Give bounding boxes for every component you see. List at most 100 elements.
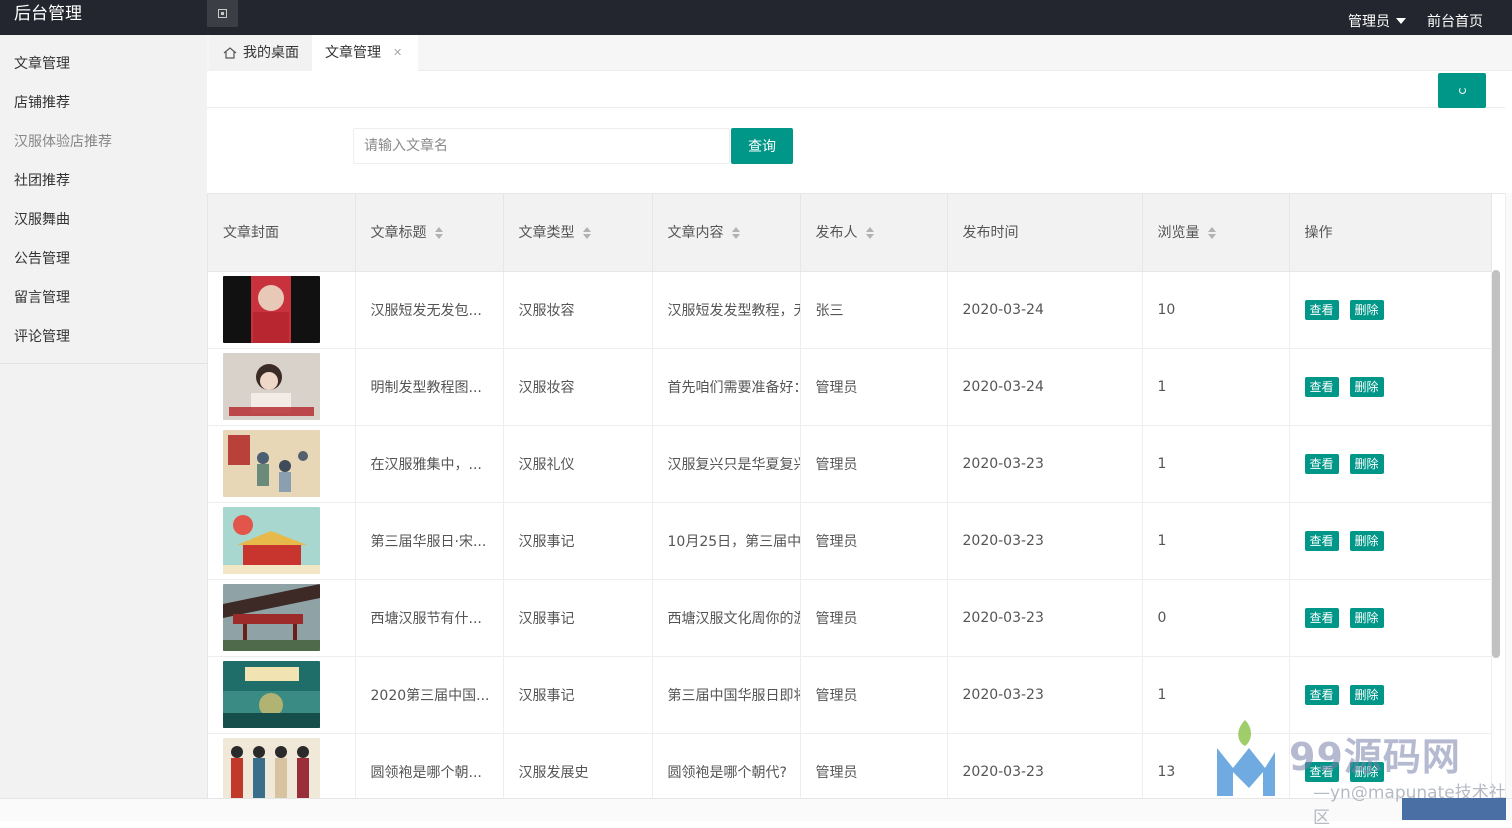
- author-cell: 张三: [800, 271, 948, 349]
- delete-button[interactable]: 删除: [1349, 607, 1384, 628]
- cover-cell: [208, 425, 356, 503]
- col-label: 操作: [1304, 225, 1333, 242]
- date-cell: 2020-03-23: [947, 425, 1143, 503]
- views-cell: 10: [1142, 271, 1290, 349]
- delete-button[interactable]: 删除: [1349, 761, 1384, 782]
- toolbar: [207, 72, 1505, 108]
- tab-article-management[interactable]: 文章管理 ✕: [312, 35, 418, 71]
- view-button[interactable]: 查看: [1304, 453, 1339, 474]
- sidebar-item-dance-music[interactable]: 汉服舞曲: [0, 201, 207, 240]
- col-label: 发布人: [815, 225, 858, 242]
- top-header: 后台管理 管理员 前台首页: [0, 0, 1512, 35]
- caret-down-icon: [1396, 18, 1406, 24]
- col-label: 浏览量: [1157, 225, 1200, 242]
- sidebar-item-comments[interactable]: 评论管理: [0, 318, 207, 357]
- col-header-type[interactable]: 文章类型: [503, 194, 653, 272]
- articles-table: 文章封面 文章标题 文章类型 文章内容 发布人 发布时间 浏览量 操作 汉服短发…: [207, 193, 1505, 798]
- col-header-views[interactable]: 浏览量: [1142, 194, 1290, 272]
- search-input[interactable]: [353, 128, 730, 164]
- cover-cell: [208, 579, 356, 657]
- sidebar-item-articles[interactable]: 文章管理: [0, 45, 207, 84]
- brand-title: 后台管理: [14, 4, 82, 24]
- views-cell: 1: [1142, 502, 1290, 580]
- sidebar-item-clubs[interactable]: 社团推荐: [0, 162, 207, 201]
- col-header-content[interactable]: 文章内容: [652, 194, 801, 272]
- tab-bar: 我的桌面 文章管理 ✕: [207, 35, 1512, 71]
- sidebar-toggle-button[interactable]: [207, 0, 238, 27]
- table-row: 圆领袍是哪个朝... 汉服发展史 圆领袍是哪个朝代? 管理员 2020-03-2…: [208, 733, 1492, 798]
- tab-my-desktop[interactable]: 我的桌面: [209, 35, 312, 71]
- main-content: 我的桌面 文章管理 ✕ 查询 文章封面 文章标题 文章类型 文章内容 发布人: [207, 35, 1512, 798]
- table-row: 汉服短发无发包... 汉服妆容 汉服短发发型教程，无 张三 2020-03-24…: [208, 271, 1492, 349]
- search-button[interactable]: 查询: [731, 128, 793, 164]
- author-cell: 管理员: [800, 425, 948, 503]
- col-header-author[interactable]: 发布人: [800, 194, 948, 272]
- col-label: 文章内容: [667, 225, 724, 242]
- admin-user-menu[interactable]: 管理员: [1348, 11, 1406, 31]
- delete-button[interactable]: 删除: [1349, 453, 1384, 474]
- tab-label: 文章管理: [325, 45, 381, 61]
- date-cell: 2020-03-23: [947, 733, 1143, 798]
- table-row: 明制发型教程图... 汉服妆容 首先咱们需要准备好： 管理员 2020-03-2…: [208, 348, 1492, 426]
- actions-cell: 查看 删除: [1289, 348, 1492, 426]
- cover-cell: [208, 271, 356, 349]
- sidebar-item-experience-stores[interactable]: 汉服体验店推荐: [0, 123, 207, 162]
- delete-button[interactable]: 删除: [1349, 530, 1384, 551]
- scrollbar-track[interactable]: [1505, 193, 1512, 798]
- view-button[interactable]: 查看: [1304, 376, 1339, 397]
- sidebar-divider: [0, 363, 207, 364]
- cover-image: [223, 353, 320, 420]
- content-cell: 首先咱们需要准备好：: [652, 348, 801, 426]
- sidebar-item-messages[interactable]: 留言管理: [0, 279, 207, 318]
- view-button[interactable]: 查看: [1304, 299, 1339, 320]
- sidebar: 文章管理 店铺推荐 汉服体验店推荐 社团推荐 汉服舞曲 公告管理 留言管理 评论…: [0, 35, 207, 798]
- delete-button[interactable]: 删除: [1349, 299, 1384, 320]
- delete-button[interactable]: 删除: [1349, 376, 1384, 397]
- table-row: 第三届华服日·宋... 汉服事记 10月25日，第三届中国 管理员 2020-0…: [208, 502, 1492, 580]
- type-cell: 汉服事记: [503, 579, 653, 657]
- type-cell: 汉服发展史: [503, 733, 653, 798]
- view-button[interactable]: 查看: [1304, 761, 1339, 782]
- actions-cell: 查看 删除: [1289, 656, 1492, 734]
- actions-cell: 查看 删除: [1289, 271, 1492, 349]
- cover-cell: [208, 733, 356, 798]
- type-cell: 汉服礼仪: [503, 425, 653, 503]
- views-cell: 1: [1142, 656, 1290, 734]
- menu-toggle-icon: [218, 9, 227, 18]
- sort-icon[interactable]: [731, 227, 741, 240]
- close-icon[interactable]: ✕: [393, 35, 402, 71]
- sort-icon[interactable]: [582, 227, 592, 240]
- sidebar-item-announcements[interactable]: 公告管理: [0, 240, 207, 279]
- scrollbar-thumb[interactable]: [1492, 270, 1500, 658]
- author-cell: 管理员: [800, 502, 948, 580]
- home-icon: [223, 47, 237, 59]
- author-cell: 管理员: [800, 579, 948, 657]
- date-cell: 2020-03-24: [947, 271, 1143, 349]
- view-button[interactable]: 查看: [1304, 684, 1339, 705]
- date-cell: 2020-03-23: [947, 502, 1143, 580]
- sort-icon[interactable]: [1207, 227, 1217, 240]
- author-cell: 管理员: [800, 733, 948, 798]
- col-header-title[interactable]: 文章标题: [355, 194, 504, 272]
- front-home-link[interactable]: 前台首页: [1427, 11, 1483, 31]
- author-cell: 管理员: [800, 656, 948, 734]
- col-label: 文章标题: [370, 225, 427, 242]
- sort-icon[interactable]: [865, 227, 875, 240]
- view-button[interactable]: 查看: [1304, 607, 1339, 628]
- sort-icon[interactable]: [434, 227, 444, 240]
- title-cell: 2020第三届中国...: [355, 656, 504, 734]
- admin-label: 管理员: [1348, 14, 1390, 30]
- type-cell: 汉服妆容: [503, 271, 653, 349]
- cover-cell: [208, 502, 356, 580]
- date-cell: 2020-03-23: [947, 656, 1143, 734]
- refresh-button[interactable]: [1438, 73, 1486, 108]
- cover-cell: [208, 348, 356, 426]
- sidebar-item-shops[interactable]: 店铺推荐: [0, 84, 207, 123]
- actions-cell: 查看 删除: [1289, 425, 1492, 503]
- cover-image: [223, 661, 320, 728]
- cover-image: [223, 507, 320, 574]
- view-button[interactable]: 查看: [1304, 530, 1339, 551]
- content-cell: 10月25日，第三届中国: [652, 502, 801, 580]
- delete-button[interactable]: 删除: [1349, 684, 1384, 705]
- cover-image: [223, 276, 320, 343]
